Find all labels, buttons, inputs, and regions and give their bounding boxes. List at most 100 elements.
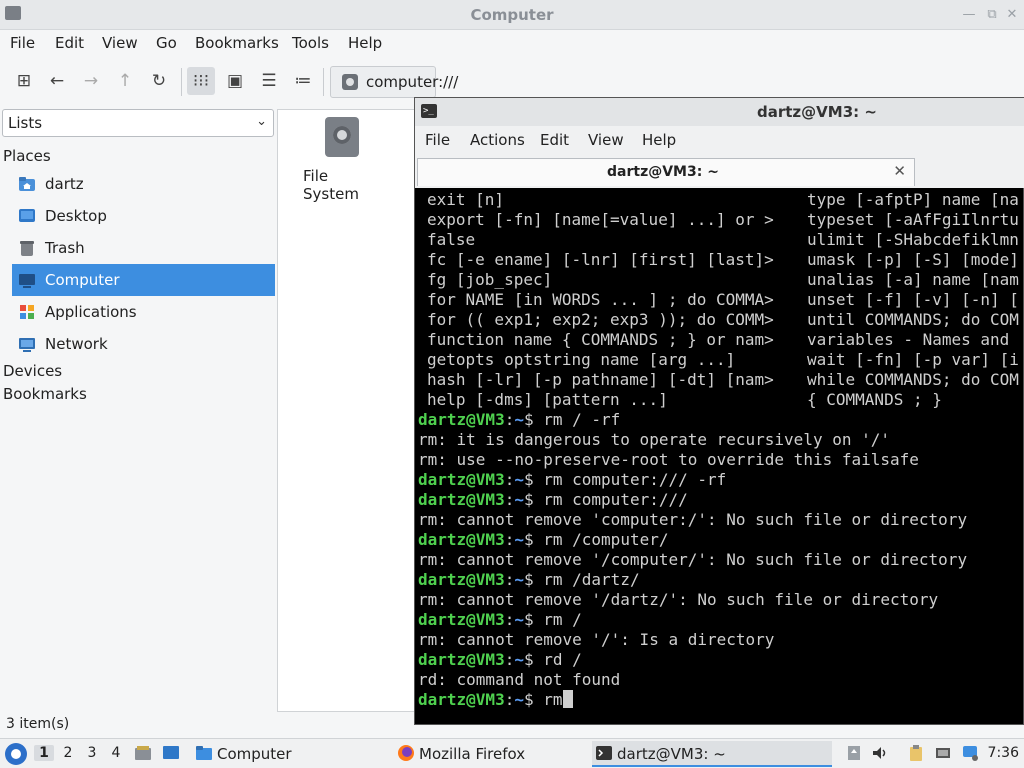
- menu-file[interactable]: File: [10, 34, 35, 52]
- help-line: getopts optstring name [arg ...]: [427, 350, 736, 369]
- menu-go[interactable]: Go: [156, 34, 177, 52]
- terminal-window[interactable]: >_ dartz@VM3: ~ File Actions Edit View H…: [414, 97, 1024, 725]
- task-label: Computer: [217, 745, 292, 763]
- terminal-icon: [596, 746, 612, 760]
- menu-view[interactable]: View: [102, 34, 138, 52]
- sidebar-item-network[interactable]: Network: [12, 328, 275, 360]
- help-line: exit [n]: [427, 190, 505, 209]
- icon-view-icon[interactable]: ⁝⁝⁝: [187, 67, 215, 95]
- terminal-tab[interactable]: dartz@VM3: ~ ✕: [417, 158, 915, 186]
- file-manager-launcher-icon[interactable]: [134, 744, 152, 762]
- menu-actions[interactable]: Actions: [470, 131, 525, 149]
- text-cursor: [562, 690, 573, 708]
- file-manager-titlebar[interactable]: Computer — ⧉ ✕: [0, 0, 1024, 30]
- taskbar: 1 2 3 4 Computer Mozilla Firefox dartz@V…: [0, 738, 1024, 768]
- detailed-list-icon[interactable]: ≔: [289, 67, 317, 95]
- terminal-output[interactable]: exit [n] export [-fn] [name[=value] ...]…: [415, 190, 1023, 724]
- close-tab-icon[interactable]: ✕: [893, 162, 906, 180]
- home-folder-icon: [19, 177, 35, 191]
- back-icon[interactable]: ←: [43, 67, 71, 95]
- status-bar-text: 3 item(s): [6, 716, 70, 732]
- updates-icon[interactable]: [845, 744, 863, 762]
- sidebar-item-trash[interactable]: Trash: [12, 232, 275, 264]
- help-line: while COMMANDS; do COM: [807, 370, 1019, 389]
- clock[interactable]: 7:36: [988, 745, 1019, 761]
- output-line: rm: cannot remove 'computer:/': No such …: [418, 510, 968, 529]
- reload-icon[interactable]: ↻: [145, 67, 173, 95]
- terminal-icon: >_: [421, 104, 437, 118]
- task-computer[interactable]: Computer: [192, 741, 372, 767]
- command-line[interactable]: dartz@VM3:~$ rm: [418, 690, 573, 710]
- task-firefox[interactable]: Mozilla Firefox: [394, 741, 579, 767]
- command-line: dartz@VM3:~$ rm computer:///: [418, 490, 688, 509]
- up-icon[interactable]: ↑: [111, 67, 139, 95]
- sidebar-item-label: Desktop: [45, 207, 107, 225]
- workspace-2[interactable]: 2: [58, 745, 78, 761]
- sidebar-item-applications[interactable]: Applications: [12, 296, 275, 328]
- file-view[interactable]: File System: [277, 109, 437, 712]
- menu-tools[interactable]: Tools: [292, 34, 329, 52]
- volume-icon[interactable]: [871, 744, 889, 762]
- folder-icon: [196, 746, 212, 760]
- task-label: dartz@VM3: ~: [617, 745, 726, 763]
- forward-icon[interactable]: →: [77, 67, 105, 95]
- menu-file[interactable]: File: [425, 131, 450, 149]
- network-icon: [19, 338, 35, 352]
- menu-help[interactable]: Help: [642, 131, 676, 149]
- applications-icon: [20, 305, 34, 319]
- prompt-path: ~: [514, 610, 524, 629]
- path-text: computer:///: [366, 73, 459, 91]
- clipboard-icon[interactable]: [907, 744, 925, 762]
- sidebar-item-desktop[interactable]: Desktop: [12, 200, 275, 232]
- sidebar-item-label: Computer: [45, 271, 120, 289]
- sidebar-mode-select[interactable]: Lists ⌄: [2, 109, 274, 137]
- sidebar-item-computer[interactable]: Computer: [12, 264, 275, 296]
- terminal-titlebar[interactable]: >_ dartz@VM3: ~: [415, 98, 1024, 126]
- new-tab-icon[interactable]: ⊞: [10, 67, 38, 95]
- prompt-user: dartz@VM3: [418, 690, 505, 709]
- task-terminal[interactable]: dartz@VM3: ~: [592, 741, 832, 767]
- thumbnail-view-icon[interactable]: ▣: [221, 67, 249, 95]
- workspace-4[interactable]: 4: [106, 745, 126, 761]
- help-line: function name { COMMANDS ; } or nam>: [427, 330, 774, 349]
- help-line: unalias [-a] name [nam: [807, 270, 1019, 289]
- command-text: rm: [543, 690, 563, 709]
- menubar: File Edit View Go Bookmarks Tools Help: [0, 30, 1024, 56]
- show-desktop-icon[interactable]: [162, 744, 180, 762]
- output-line: rm: use --no-preserve-root to override t…: [418, 450, 919, 469]
- output-line: rm: cannot remove '/computer/': No such …: [418, 550, 968, 569]
- notifications-icon[interactable]: [961, 744, 979, 762]
- bookmarks-header[interactable]: Bookmarks: [3, 385, 87, 403]
- workspace-1[interactable]: 1: [34, 745, 54, 761]
- toolbar-separator: [323, 68, 324, 96]
- menu-edit[interactable]: Edit: [55, 34, 84, 52]
- help-line: help [-dms] [pattern ...]: [427, 390, 668, 409]
- terminal-tabbar: dartz@VM3: ~ ✕: [415, 156, 1024, 188]
- drive-icon: [342, 74, 358, 90]
- file-system-item[interactable]: File System: [298, 114, 388, 203]
- menu-bookmarks[interactable]: Bookmarks: [195, 34, 279, 52]
- menu-edit[interactable]: Edit: [540, 131, 569, 149]
- toolbar-separator: [181, 68, 182, 96]
- help-line: for (( exp1; exp2; exp3 )); do COMM>: [427, 310, 774, 329]
- prompt-user: dartz@VM3: [418, 410, 505, 429]
- menu-view[interactable]: View: [588, 131, 624, 149]
- network-status-icon[interactable]: [934, 744, 952, 762]
- minimize-icon[interactable]: —: [960, 6, 978, 24]
- computer-icon: [19, 274, 35, 288]
- command-text: rm computer:///: [543, 490, 688, 509]
- menu-help[interactable]: Help: [348, 34, 382, 52]
- sidebar-item-dartz[interactable]: dartz: [12, 168, 275, 200]
- path-bar[interactable]: computer:///: [330, 66, 458, 98]
- close-icon[interactable]: ✕: [1003, 6, 1021, 24]
- command-text: rd /: [543, 650, 582, 669]
- workspace-3[interactable]: 3: [82, 745, 102, 761]
- item-label: File System: [303, 167, 359, 203]
- terminal-title: dartz@VM3: ~: [757, 103, 877, 121]
- start-menu-icon[interactable]: [5, 743, 27, 765]
- help-line: typeset [-aAfFgiIlnrtu: [807, 210, 1019, 229]
- maximize-icon[interactable]: ⧉: [983, 6, 1001, 24]
- compact-view-icon[interactable]: ☰: [255, 67, 283, 95]
- devices-header[interactable]: Devices: [3, 362, 62, 380]
- command-line: dartz@VM3:~$ rm /: [418, 610, 582, 629]
